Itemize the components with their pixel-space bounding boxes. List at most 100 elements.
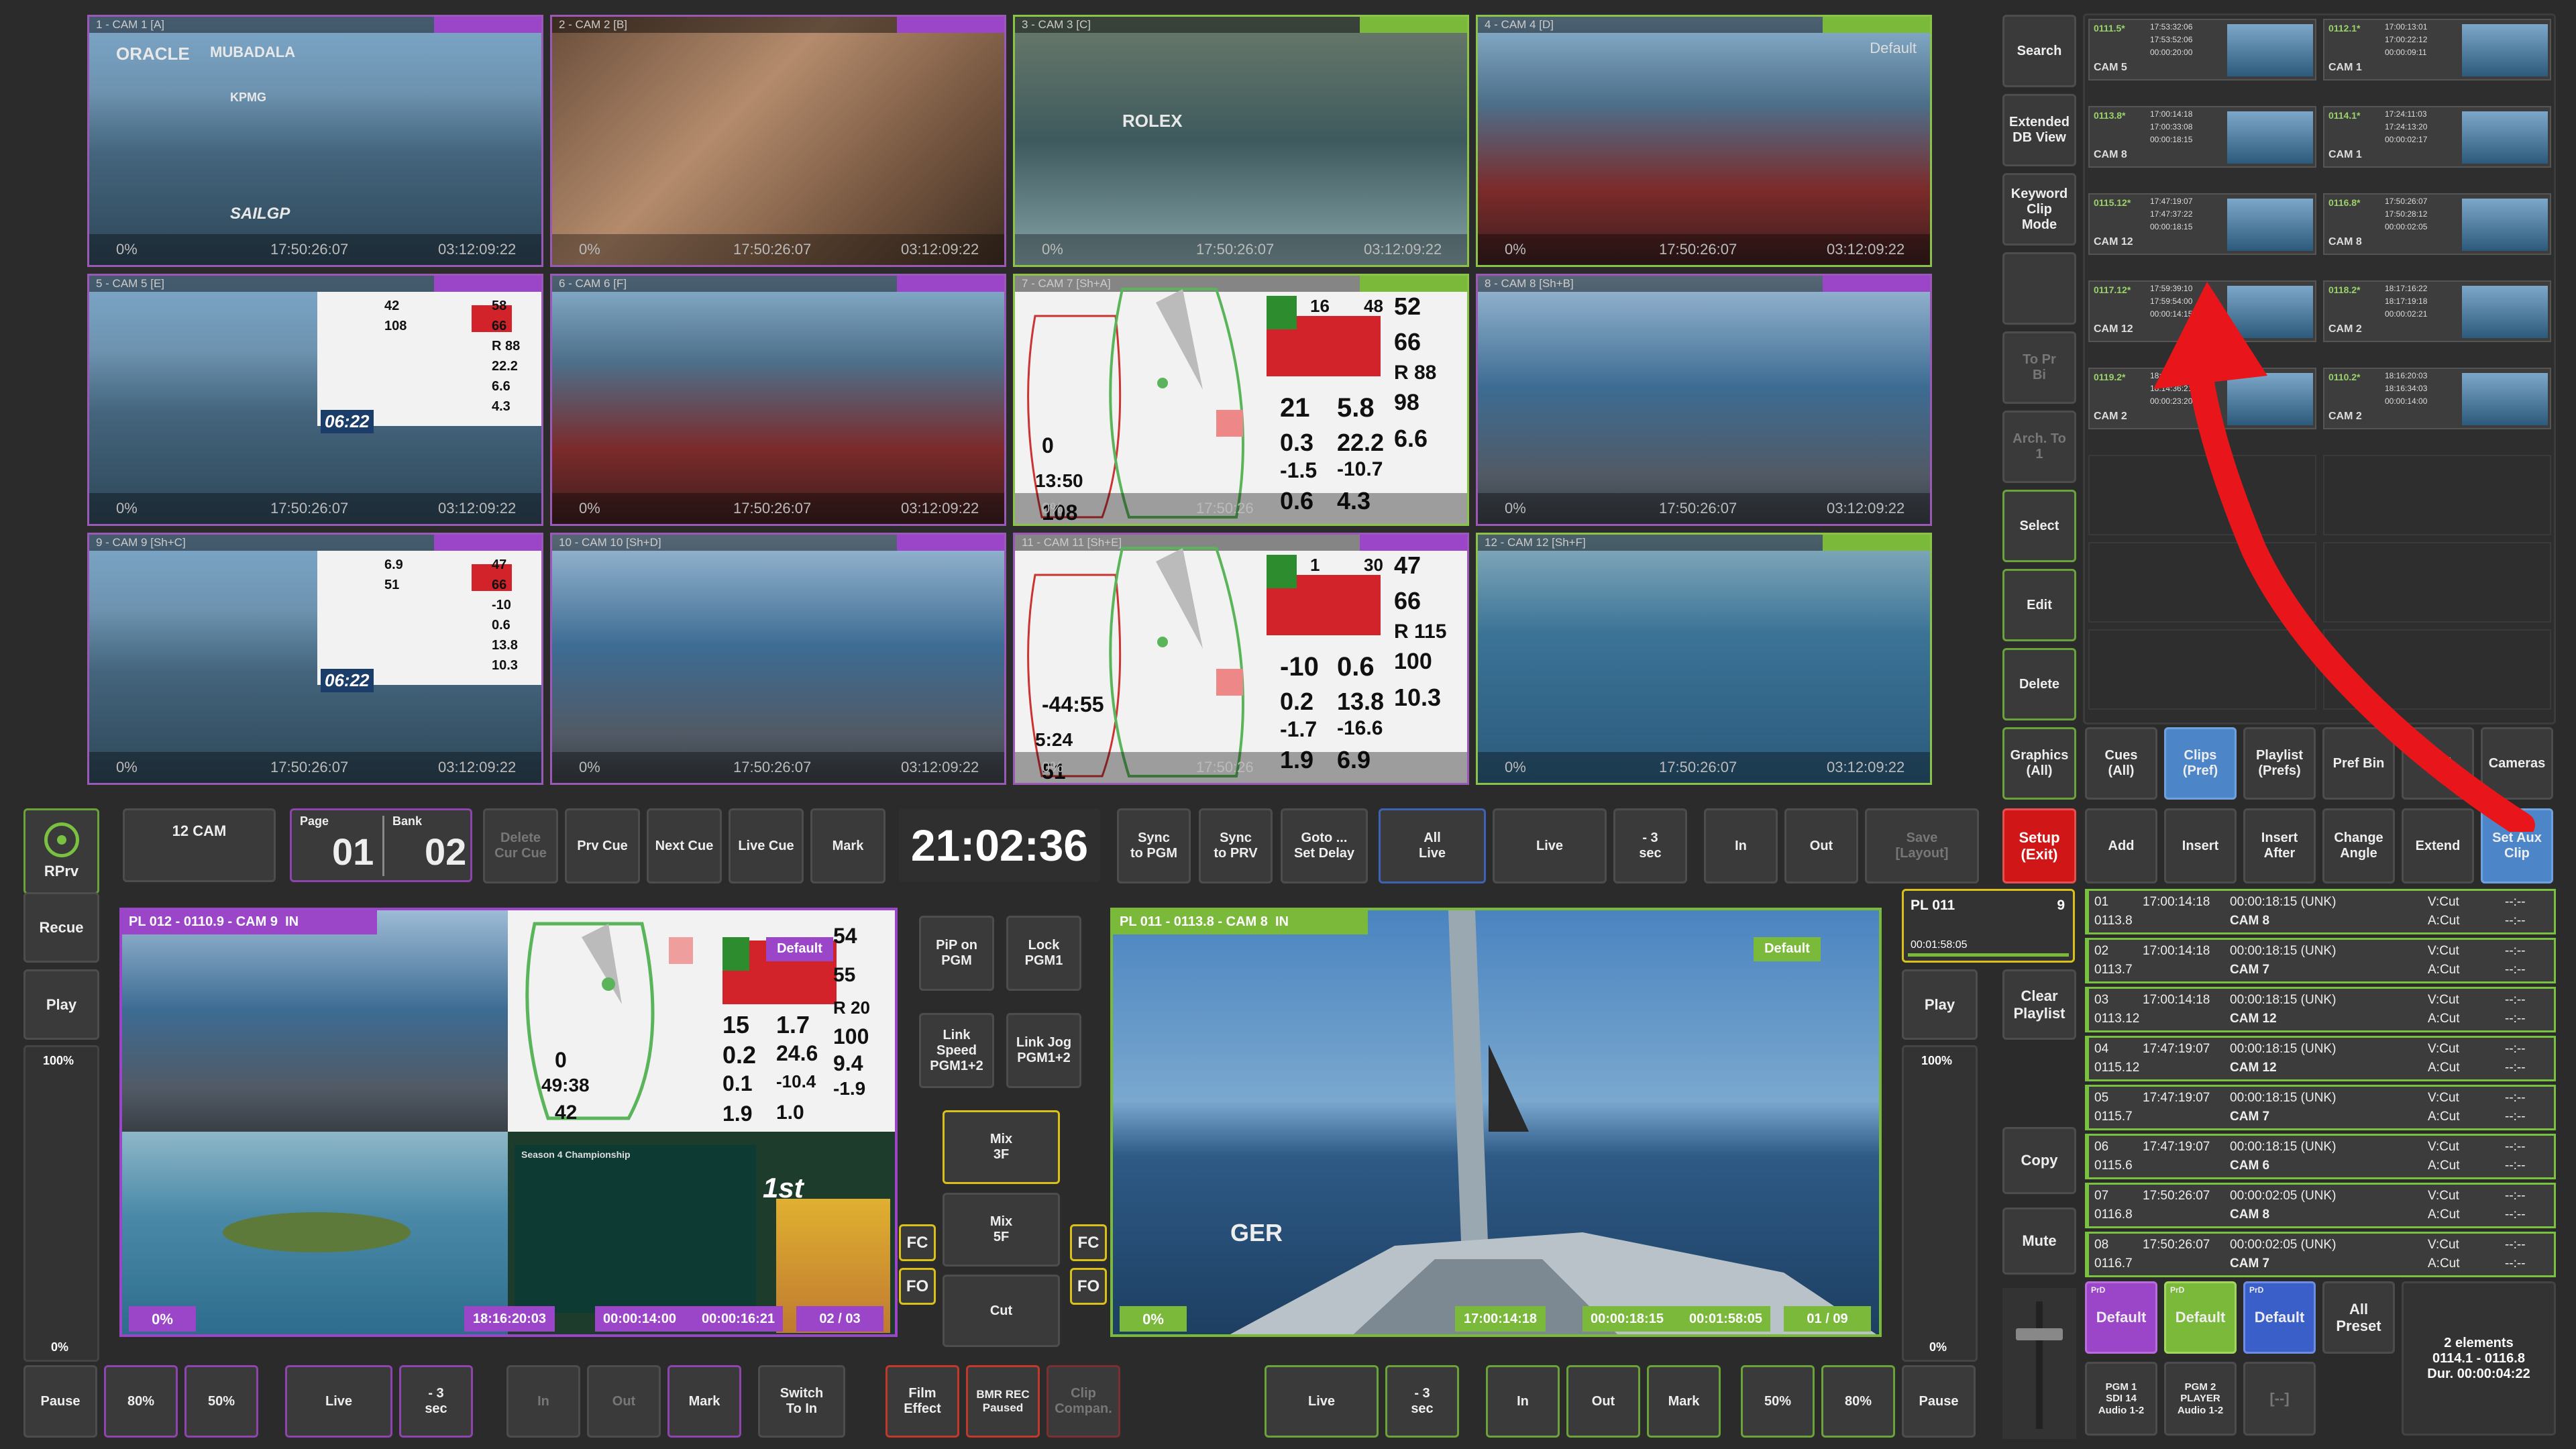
- playlist-play-button[interactable]: Play: [1902, 969, 1978, 1040]
- pip-on-pgm-button[interactable]: PiP on PGM: [919, 916, 994, 991]
- sync-to-pgm-button[interactable]: Sync to PGM: [1117, 808, 1191, 883]
- playlist-row[interactable]: 05 0115.7 17:47:19:07 00:00:18:15 (UNK) CAM …: [2085, 1085, 2556, 1130]
- multiviewer-tile[interactable]: 11 - CAM 11 [Sh+E] 1 30 47 66 R 115 100 -10 0.6 0…: [1013, 533, 1469, 785]
- recue-button[interactable]: Recue: [23, 892, 99, 963]
- multiviewer-tile[interactable]: 7 - CAM 7 [Sh+A] 16 48 52 66 R 88 98 21 5.8 0.3 22…: [1013, 274, 1469, 526]
- playlist-row[interactable]: 07 0116.8 17:50:26:07 00:00:02:05 (UNK) CAM …: [2085, 1183, 2556, 1228]
- live-button[interactable]: Live: [1493, 808, 1607, 883]
- extended-db-view-button[interactable]: Extended DB View: [2002, 94, 2076, 166]
- cut-button[interactable]: Cut: [943, 1275, 1060, 1347]
- in-left-button[interactable]: In: [506, 1365, 580, 1438]
- playlist-row[interactable]: 06 0115.6 17:47:19:07 00:00:18:15 (UNK) CAM …: [2085, 1134, 2556, 1179]
- clip-companion-button[interactable]: Clip Compan.: [1046, 1365, 1120, 1438]
- speed-50-left-button[interactable]: 50%: [184, 1365, 258, 1438]
- fc-left-button[interactable]: FC: [899, 1224, 936, 1261]
- live-cue-button[interactable]: Live Cue: [729, 808, 804, 883]
- out-button[interactable]: Out: [1784, 808, 1858, 883]
- multiviewer-tile[interactable]: 5 - CAM 5 [E] 58 66 R 88 22.2 6.6 4.3 42 108 06:2…: [87, 274, 543, 526]
- clip-thumbnail[interactable]: 0114.1* 17:24:11:03 17:24:13:20 00:00:02:17…: [2323, 106, 2551, 168]
- pgm2-player[interactable]: GER PL 011 - 0113.8 - CAM 8 IN Default 0…: [1110, 908, 1882, 1337]
- all-live-button[interactable]: All Live: [1379, 808, 1486, 883]
- pause-left-button[interactable]: Pause: [23, 1365, 97, 1438]
- link-jog-button[interactable]: Link Jog PGM1+2: [1006, 1013, 1081, 1088]
- gfx-value: 42: [555, 1102, 578, 1124]
- clip-thumbnail[interactable]: 0111.5* 17:53:32:06 17:53:52:06 00:00:20:00…: [2088, 19, 2316, 80]
- audio-pgm1-button[interactable]: PGM 1 SDI 14 Audio 1-2: [2085, 1362, 2157, 1436]
- playlist-row[interactable]: 04 0115.12 17:47:19:07 00:00:18:15 (UNK) CAM…: [2085, 1036, 2556, 1081]
- play-button[interactable]: Play: [23, 969, 99, 1040]
- all-preset-button[interactable]: All Preset: [2322, 1281, 2395, 1354]
- rprv-button[interactable]: RPrv: [23, 808, 99, 894]
- prev-cue-button[interactable]: Prv Cue: [565, 808, 640, 883]
- sync-to-prv-button[interactable]: Sync to PRV: [1199, 808, 1273, 883]
- playlist-row[interactable]: 02 0113.7 17:00:14:18 00:00:18:15 (UNK) CAM …: [2085, 938, 2556, 983]
- mark-right-button[interactable]: Mark: [1647, 1365, 1721, 1438]
- preset-2-button[interactable]: PrD Default: [2164, 1281, 2237, 1354]
- minus-3-sec-button[interactable]: - 3 sec: [1613, 808, 1687, 883]
- mark-button[interactable]: Mark: [810, 808, 885, 883]
- row-v: V:Cut: [2428, 1238, 2459, 1252]
- mix-5f-button[interactable]: Mix 5F: [943, 1193, 1060, 1267]
- playlist-row[interactable]: 08 0116.7 17:50:26:07 00:00:02:05 (UNK) CAM …: [2085, 1232, 2556, 1277]
- bmr-rec-button[interactable]: BMR REC Paused: [966, 1365, 1040, 1438]
- copy-button[interactable]: Copy: [2002, 1127, 2076, 1194]
- playlist-speed-fader[interactable]: 100% 0%: [1902, 1045, 1978, 1362]
- out-right-button[interactable]: Out: [1566, 1365, 1640, 1438]
- minus-3-sec-right-button[interactable]: - 3 sec: [1385, 1365, 1459, 1438]
- mix-3f-button[interactable]: Mix 3F: [943, 1110, 1060, 1184]
- pause-right-button[interactable]: Pause: [1902, 1365, 1976, 1438]
- link-speed-button[interactable]: Link Speed PGM1+2: [919, 1013, 994, 1088]
- multiviewer-tile[interactable]: 12 - CAM 12 [Sh+F] 0% 17:50:26:07 03:12:09:…: [1476, 533, 1932, 785]
- out-left-button[interactable]: Out: [587, 1365, 661, 1438]
- playlist-duration: 00:01:58:05: [1911, 939, 1968, 951]
- playlist-info[interactable]: PL 011 9 00:01:58:05: [1902, 889, 2075, 963]
- clip-camera: CAM 1: [2328, 149, 2362, 160]
- mark-left-button[interactable]: Mark: [667, 1365, 741, 1438]
- page-bank-box[interactable]: Page 01 Bank 02: [290, 808, 472, 882]
- fc-right-button[interactable]: FC: [1070, 1224, 1107, 1261]
- save-layout-button[interactable]: Save [Layout]: [1865, 808, 1979, 883]
- lock-pgm1-button[interactable]: Lock PGM1: [1006, 916, 1081, 991]
- delete-cue-button[interactable]: Delete Cur Cue: [483, 808, 558, 883]
- live-right-button[interactable]: Live: [1265, 1365, 1379, 1438]
- row-r2: --:--: [2505, 1159, 2526, 1173]
- in-button[interactable]: In: [1704, 808, 1778, 883]
- preset-3-button[interactable]: PrD Default: [2243, 1281, 2316, 1354]
- gfx-value: 24.6: [776, 1041, 818, 1065]
- multiviewer-tile[interactable]: 3 - CAM 3 [C] ROLEX 0% 17:50:26:07 03:12:09:…: [1013, 15, 1469, 267]
- mute-button[interactable]: Mute: [2002, 1208, 2076, 1275]
- preset-1-button[interactable]: PrD Default: [2085, 1281, 2157, 1354]
- playlist-row[interactable]: 01 0113.8 17:00:14:18 00:00:18:15 (UNK) CAM …: [2085, 889, 2556, 934]
- multiviewer-tile[interactable]: 4 - CAM 4 [D] Default 0% 17:50:26:07 03:12:0…: [1476, 15, 1932, 267]
- search-button[interactable]: Search: [2002, 15, 2076, 87]
- speed-80-left-button[interactable]: 80%: [104, 1365, 178, 1438]
- live-left-button[interactable]: Live: [285, 1365, 392, 1438]
- speed-80-right-button[interactable]: 80%: [1821, 1365, 1895, 1438]
- multiviewer-tile[interactable]: 10 - CAM 10 [Sh+D] 0% 17:50:26:07 03:12:09:…: [550, 533, 1006, 785]
- next-cue-button[interactable]: Next Cue: [647, 808, 722, 883]
- gfx-value: 51: [384, 578, 400, 592]
- film-effect-button[interactable]: Film Effect: [885, 1365, 959, 1438]
- clear-playlist-button[interactable]: Clear Playlist: [2002, 969, 2076, 1040]
- multiviewer-tile[interactable]: 1 - CAM 1 [A] ORACLE MUBADALA KPMG SAILGP 0% 1…: [87, 15, 543, 267]
- audio-fader[interactable]: [2002, 1288, 2076, 1439]
- pgm1-player[interactable]: 54 55 R 20 15 1.7 100 0.2 24.6 9.4 0 49:38 42 0.1 -10…: [119, 908, 898, 1337]
- fo-right-button[interactable]: FO: [1070, 1268, 1107, 1305]
- playlist-row[interactable]: 03 0113.12 17:00:14:18 00:00:18:15 (UNK) CAM…: [2085, 987, 2556, 1032]
- minus-3-sec-left-button[interactable]: - 3 sec: [399, 1365, 473, 1438]
- goto-set-delay-button[interactable]: Goto ... Set Delay: [1281, 808, 1368, 883]
- multiviewer-tile[interactable]: 2 - CAM 2 [B] 0% 17:50:26:07 03:12:09:22: [550, 15, 1006, 267]
- clip-thumbnail[interactable]: 0113.8* 17:00:14:18 17:00:33:08 00:00:18:15…: [2088, 106, 2316, 168]
- clip-thumbnail[interactable]: 0112.1* 17:00:13:01 17:00:22:12 00:00:09:11…: [2323, 19, 2551, 80]
- audio-empty-button[interactable]: [--]: [2243, 1362, 2316, 1436]
- multiviewer-tile[interactable]: 6 - CAM 6 [F] 0% 17:50:26:07 03:12:09:22: [550, 274, 1006, 526]
- fader-knob[interactable]: [2016, 1328, 2063, 1340]
- speed-fader[interactable]: 100% 0%: [23, 1045, 99, 1362]
- multiviewer-tile[interactable]: 8 - CAM 8 [Sh+B] 0% 17:50:26:07 03:12:09:22: [1476, 274, 1932, 526]
- multiviewer-tile[interactable]: 9 - CAM 9 [Sh+C] 47 66 -10 0.6 13.8 10.3 6.9 51 0…: [87, 533, 543, 785]
- switch-to-in-button[interactable]: Switch To In: [758, 1365, 845, 1438]
- audio-pgm2-button[interactable]: PGM 2 PLAYER Audio 1-2: [2164, 1362, 2237, 1436]
- in-right-button[interactable]: In: [1486, 1365, 1560, 1438]
- fo-left-button[interactable]: FO: [899, 1268, 936, 1305]
- speed-50-right-button[interactable]: 50%: [1741, 1365, 1815, 1438]
